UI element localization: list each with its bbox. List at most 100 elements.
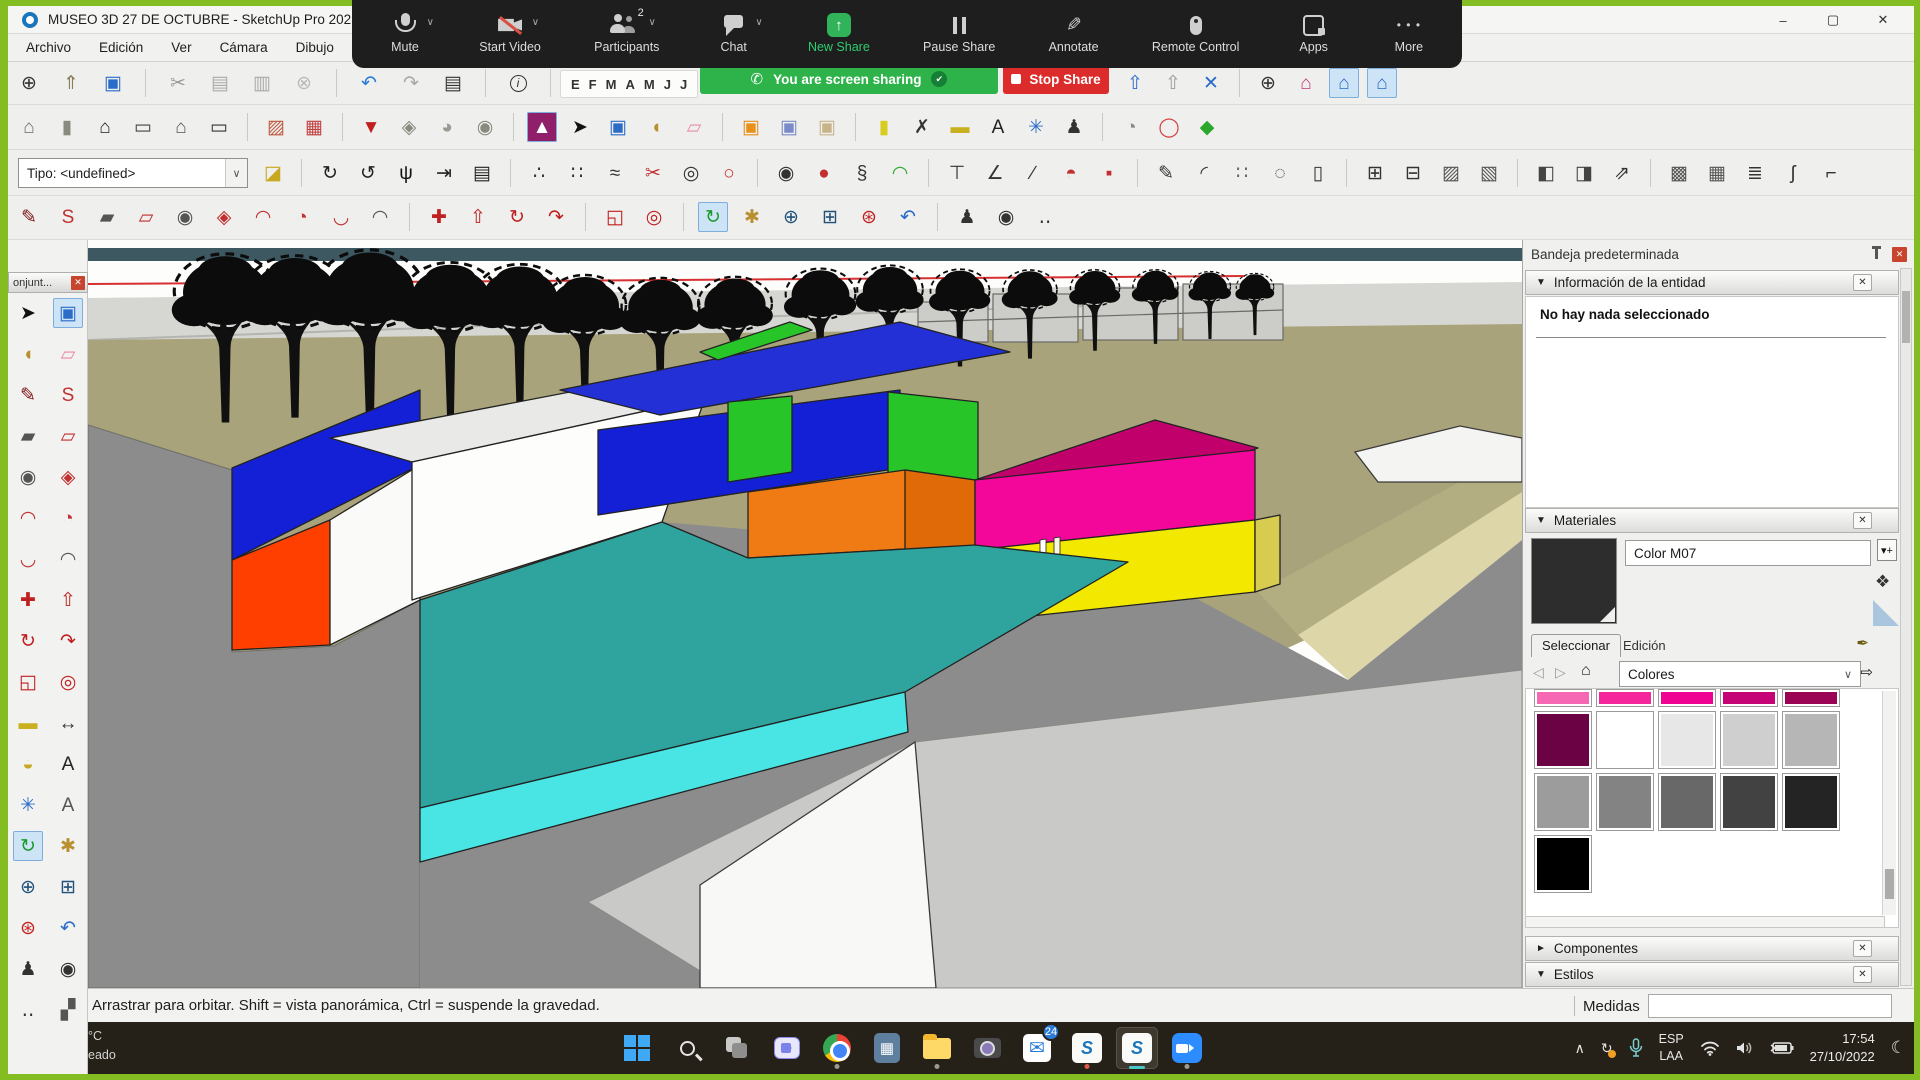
- paste-icon[interactable]: ▥: [247, 68, 277, 98]
- redo-icon[interactable]: ↷: [396, 68, 426, 98]
- text-a1-icon[interactable]: A: [983, 112, 1013, 142]
- rectangle-tool[interactable]: ▰: [13, 421, 43, 451]
- componentes-close-icon[interactable]: ✕: [1853, 940, 1872, 957]
- walk-icon[interactable]: ‥: [1030, 202, 1060, 232]
- month-letter[interactable]: F: [589, 77, 597, 92]
- compass-icon[interactable]: ⊕: [1253, 68, 1283, 98]
- rotated-rectangle-icon[interactable]: ▱: [131, 202, 161, 232]
- month-letter[interactable]: E: [571, 77, 580, 92]
- terrain-drape-icon[interactable]: ◉: [470, 112, 500, 142]
- section-tool[interactable]: ▞: [53, 995, 83, 1025]
- month-letter[interactable]: M: [606, 77, 617, 92]
- chevron-up-icon[interactable]: ∨: [755, 17, 762, 28]
- tipo-dropdown[interactable]: Tipo: <undefined> ∨: [18, 158, 248, 188]
- extrude-icon[interactable]: ⇗: [1607, 158, 1637, 188]
- camera-app-icon[interactable]: [966, 1027, 1008, 1069]
- box-house-icon[interactable]: ▮: [52, 112, 82, 142]
- line-tool[interactable]: ✎: [13, 380, 43, 410]
- hatch1-icon[interactable]: ▨: [1436, 158, 1466, 188]
- undo-icon[interactable]: ↶: [354, 68, 384, 98]
- color-swatch[interactable]: [1658, 773, 1716, 831]
- scale-3x-icon[interactable]: ✗: [907, 112, 937, 142]
- arc-tool[interactable]: ◠: [13, 503, 43, 533]
- color-swatch[interactable]: [1782, 689, 1840, 707]
- rotate-icon[interactable]: ↻: [502, 202, 532, 232]
- scrollbar-thumb[interactable]: [1902, 291, 1910, 343]
- walk-tool[interactable]: ‥: [13, 995, 43, 1025]
- copy-icon[interactable]: ▤: [205, 68, 235, 98]
- cut-icon[interactable]: ✂: [163, 68, 193, 98]
- zoom-extents-icon[interactable]: ⊛: [854, 202, 884, 232]
- arc3-icon[interactable]: ◠: [365, 202, 395, 232]
- chevron-up-icon[interactable]: ∨: [427, 17, 434, 28]
- componentes-header[interactable]: ► Componentes ✕: [1525, 936, 1899, 961]
- s-curve-icon[interactable]: §: [847, 158, 877, 188]
- line-icon[interactable]: ✎: [14, 202, 44, 232]
- pushpull-icon[interactable]: ⇧: [463, 202, 493, 232]
- month-letter[interactable]: A: [625, 77, 634, 92]
- month-letter[interactable]: M: [644, 77, 655, 92]
- search-icon[interactable]: [666, 1027, 708, 1069]
- chevron-up-icon[interactable]: ∨: [648, 17, 655, 28]
- maximize-button[interactable]: ▢: [1808, 6, 1858, 34]
- component-box-icon[interactable]: ▣: [603, 112, 633, 142]
- pie-icon[interactable]: ◔: [287, 202, 317, 232]
- rotate-cw-icon[interactable]: ↻: [315, 158, 345, 188]
- text3d-tool[interactable]: A: [53, 790, 83, 820]
- color-swatch[interactable]: [1720, 689, 1778, 707]
- eraser-pink-icon[interactable]: ▱: [679, 112, 709, 142]
- medidas-input[interactable]: [1648, 994, 1892, 1018]
- color-swatch[interactable]: [1782, 711, 1840, 769]
- home-icon[interactable]: ⌂: [1581, 662, 1591, 680]
- position-camera-tool[interactable]: ♟: [13, 954, 43, 984]
- text-tool[interactable]: A: [53, 749, 83, 779]
- color-swatch[interactable]: [1596, 689, 1654, 707]
- axes-icon[interactable]: ✳: [1021, 112, 1051, 142]
- look-around-icon[interactable]: ◉: [991, 202, 1021, 232]
- zoom-window-icon[interactable]: ⊞: [815, 202, 845, 232]
- tags-icon[interactable]: ◪: [258, 158, 288, 188]
- terrain-stamp-icon[interactable]: ▼: [356, 112, 386, 142]
- create-material-button[interactable]: ▾+: [1877, 539, 1897, 561]
- clock[interactable]: 17:54 27/10/2022: [1810, 1030, 1875, 1066]
- color-swatch[interactable]: [1534, 711, 1592, 769]
- color-swatch[interactable]: [1658, 711, 1716, 769]
- print-icon[interactable]: ▤: [438, 68, 468, 98]
- annotate-button[interactable]: Annotate: [1049, 12, 1099, 54]
- new-share-button[interactable]: New Share: [808, 12, 870, 54]
- terrain-grid-icon[interactable]: ▦: [299, 112, 329, 142]
- scale-icon[interactable]: ◱: [600, 202, 630, 232]
- cylinder-icon[interactable]: ▮: [869, 112, 899, 142]
- select-tool[interactable]: ➤: [13, 298, 43, 328]
- participants-button[interactable]: 2∨Participants: [594, 12, 659, 54]
- materials-close-icon[interactable]: ✕: [1853, 512, 1872, 529]
- cut-red-icon[interactable]: ✂: [638, 158, 668, 188]
- materials-horizontal-scrollbar[interactable]: [1525, 916, 1885, 928]
- model-info-icon[interactable]: i: [503, 68, 533, 98]
- zoom-app-icon[interactable]: [1166, 1027, 1208, 1069]
- details-arrow-icon[interactable]: ⇨: [1860, 663, 1873, 681]
- menu-item[interactable]: Ver: [157, 40, 205, 55]
- paint-bucket-icon[interactable]: ◖: [641, 112, 671, 142]
- pause-share-button[interactable]: Pause Share: [923, 12, 995, 54]
- hatch3-icon[interactable]: ▩: [1664, 158, 1694, 188]
- tape-tool[interactable]: ▬: [13, 708, 43, 738]
- iso-view-icon[interactable]: ⌂: [1329, 68, 1359, 98]
- color-swatch[interactable]: [1720, 711, 1778, 769]
- rotated-rectangle-tool[interactable]: ▱: [53, 421, 83, 451]
- protractor-red-icon[interactable]: ◓: [1056, 158, 1086, 188]
- close-button[interactable]: ✕: [1858, 6, 1908, 34]
- pushpull-tool[interactable]: ⇧: [53, 585, 83, 615]
- zoom-window-tool[interactable]: ⊞: [53, 872, 83, 902]
- mute-button[interactable]: ∨Mute: [384, 12, 426, 54]
- month-letter[interactable]: J: [680, 77, 687, 92]
- battery-icon[interactable]: [1770, 1041, 1794, 1055]
- style-purple-icon[interactable]: ▲: [527, 112, 557, 142]
- figure-icon[interactable]: ♟: [1059, 112, 1089, 142]
- minimize-button[interactable]: –: [1758, 6, 1808, 34]
- spray-icon[interactable]: ∷: [1227, 158, 1257, 188]
- mail-icon[interactable]: ✉ 24: [1016, 1027, 1058, 1069]
- look-around-tool[interactable]: ◉: [53, 954, 83, 984]
- color-swatch[interactable]: [1596, 711, 1654, 769]
- orbit-icon[interactable]: ↻: [698, 202, 728, 232]
